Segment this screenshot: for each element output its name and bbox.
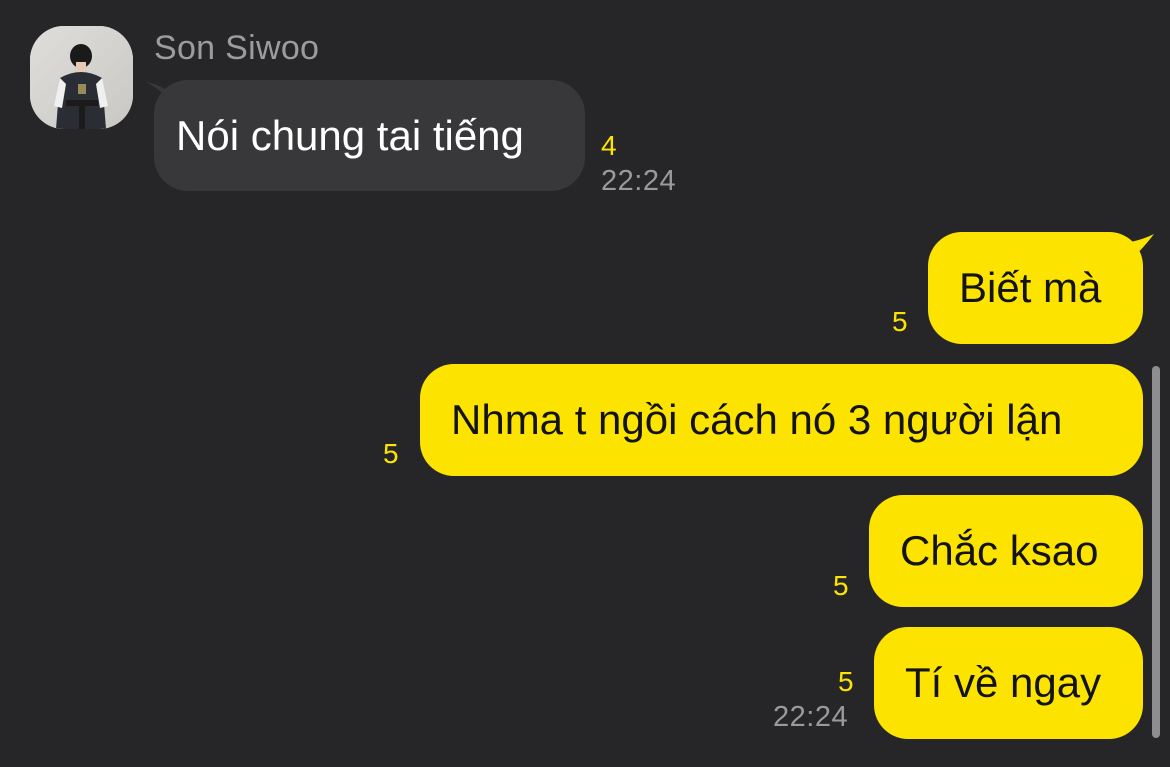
message-text: Tí về ngay (905, 659, 1102, 706)
unread-count: 5 (833, 570, 849, 601)
outgoing-message-bubble[interactable]: Chắc ksao (869, 495, 1143, 607)
message-text: Chắc ksao (900, 527, 1099, 574)
message-timestamp: 22:24 (773, 701, 849, 733)
chat-message-list[interactable]: Son Siwoo Nói chung tai tiếng 4 22:24 Bi… (0, 0, 1170, 767)
outgoing-message-bubble[interactable]: Biết mà (928, 232, 1143, 344)
message-timestamp: 22:24 (601, 165, 677, 197)
sender-avatar[interactable] (30, 26, 133, 129)
outgoing-message-bubble[interactable]: Tí về ngay (874, 627, 1143, 739)
outgoing-message-bubble[interactable]: Nhma t ngồi cách nó 3 người lận (420, 364, 1143, 476)
message-text: Nhma t ngồi cách nó 3 người lận (451, 396, 1063, 443)
unread-count: 5 (838, 666, 854, 697)
unread-count: 5 (892, 306, 908, 337)
message-text: Biết mà (959, 264, 1102, 311)
unread-count: 4 (601, 130, 617, 161)
message-text: Nói chung tai tiếng (176, 111, 524, 159)
scrollbar[interactable] (1152, 366, 1160, 738)
incoming-message-bubble[interactable]: Nói chung tai tiếng (154, 80, 585, 191)
unread-count: 5 (383, 438, 399, 469)
sender-name: Son Siwoo (154, 29, 320, 67)
profile-photo-icon (30, 26, 133, 129)
